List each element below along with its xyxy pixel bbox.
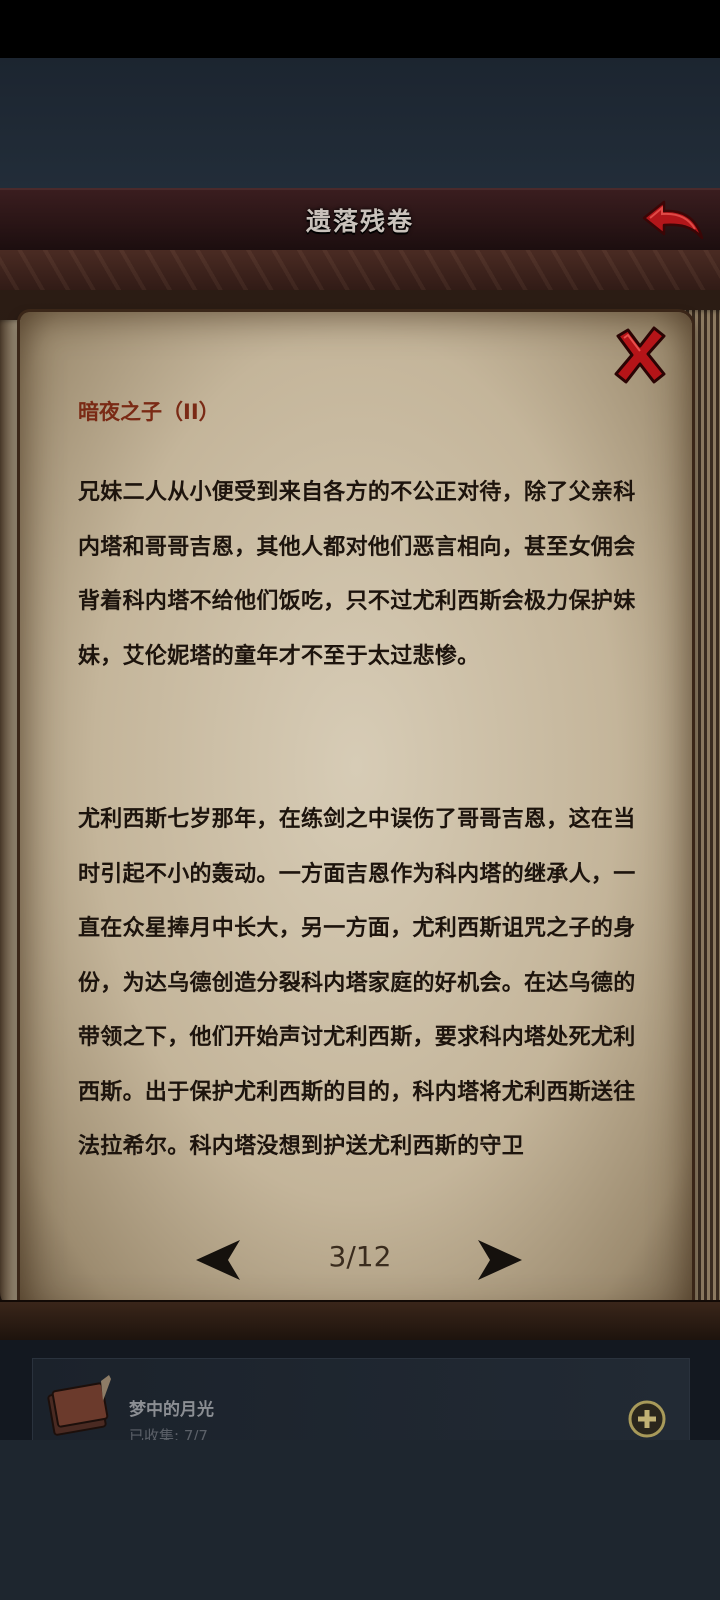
- paragraph: 尤利西斯七岁那年，在练剑之中误伤了哥哥吉恩，这在当时引起不小的轰动。一方面吉恩作…: [78, 807, 636, 1159]
- paragraph-spacer: [78, 684, 650, 793]
- close-x-icon: [614, 326, 666, 384]
- collection-name: 梦中的月光: [129, 1400, 214, 1420]
- page-indicator: 3/12: [328, 1240, 392, 1273]
- back-button[interactable]: [640, 196, 706, 244]
- page-title: 遗落残卷: [305, 207, 414, 236]
- status-bar-area: [0, 0, 720, 58]
- back-arrow-icon: [642, 200, 704, 240]
- add-button[interactable]: [627, 1399, 667, 1439]
- background-upper: [0, 58, 720, 188]
- document-title: 暗夜之子（II）: [78, 400, 220, 424]
- header-bar: 遗落残卷: [0, 188, 720, 252]
- book-bottom-edge: [0, 1300, 720, 1342]
- prev-page-button[interactable]: [194, 1238, 242, 1282]
- collection-item[interactable]: 梦中的月光 已收集: 7/7: [32, 1358, 690, 1452]
- right-arrow-icon: [478, 1240, 522, 1280]
- close-button[interactable]: [612, 326, 668, 384]
- bottom-background: [0, 1440, 720, 1600]
- document-body: 兄妹二人从小便受到来自各方的不公正对待，除了父亲科内塔和哥哥吉恩，其他人都对他们…: [78, 466, 650, 1175]
- plus-circle-icon: [628, 1400, 666, 1438]
- left-arrow-icon: [196, 1240, 240, 1280]
- next-page-button[interactable]: [476, 1238, 524, 1282]
- pager: 3/12: [0, 1236, 720, 1286]
- paragraph: 兄妹二人从小便受到来自各方的不公正对待，除了父亲科内塔和哥哥吉恩，其他人都对他们…: [78, 480, 636, 669]
- book-icon: [45, 1371, 117, 1443]
